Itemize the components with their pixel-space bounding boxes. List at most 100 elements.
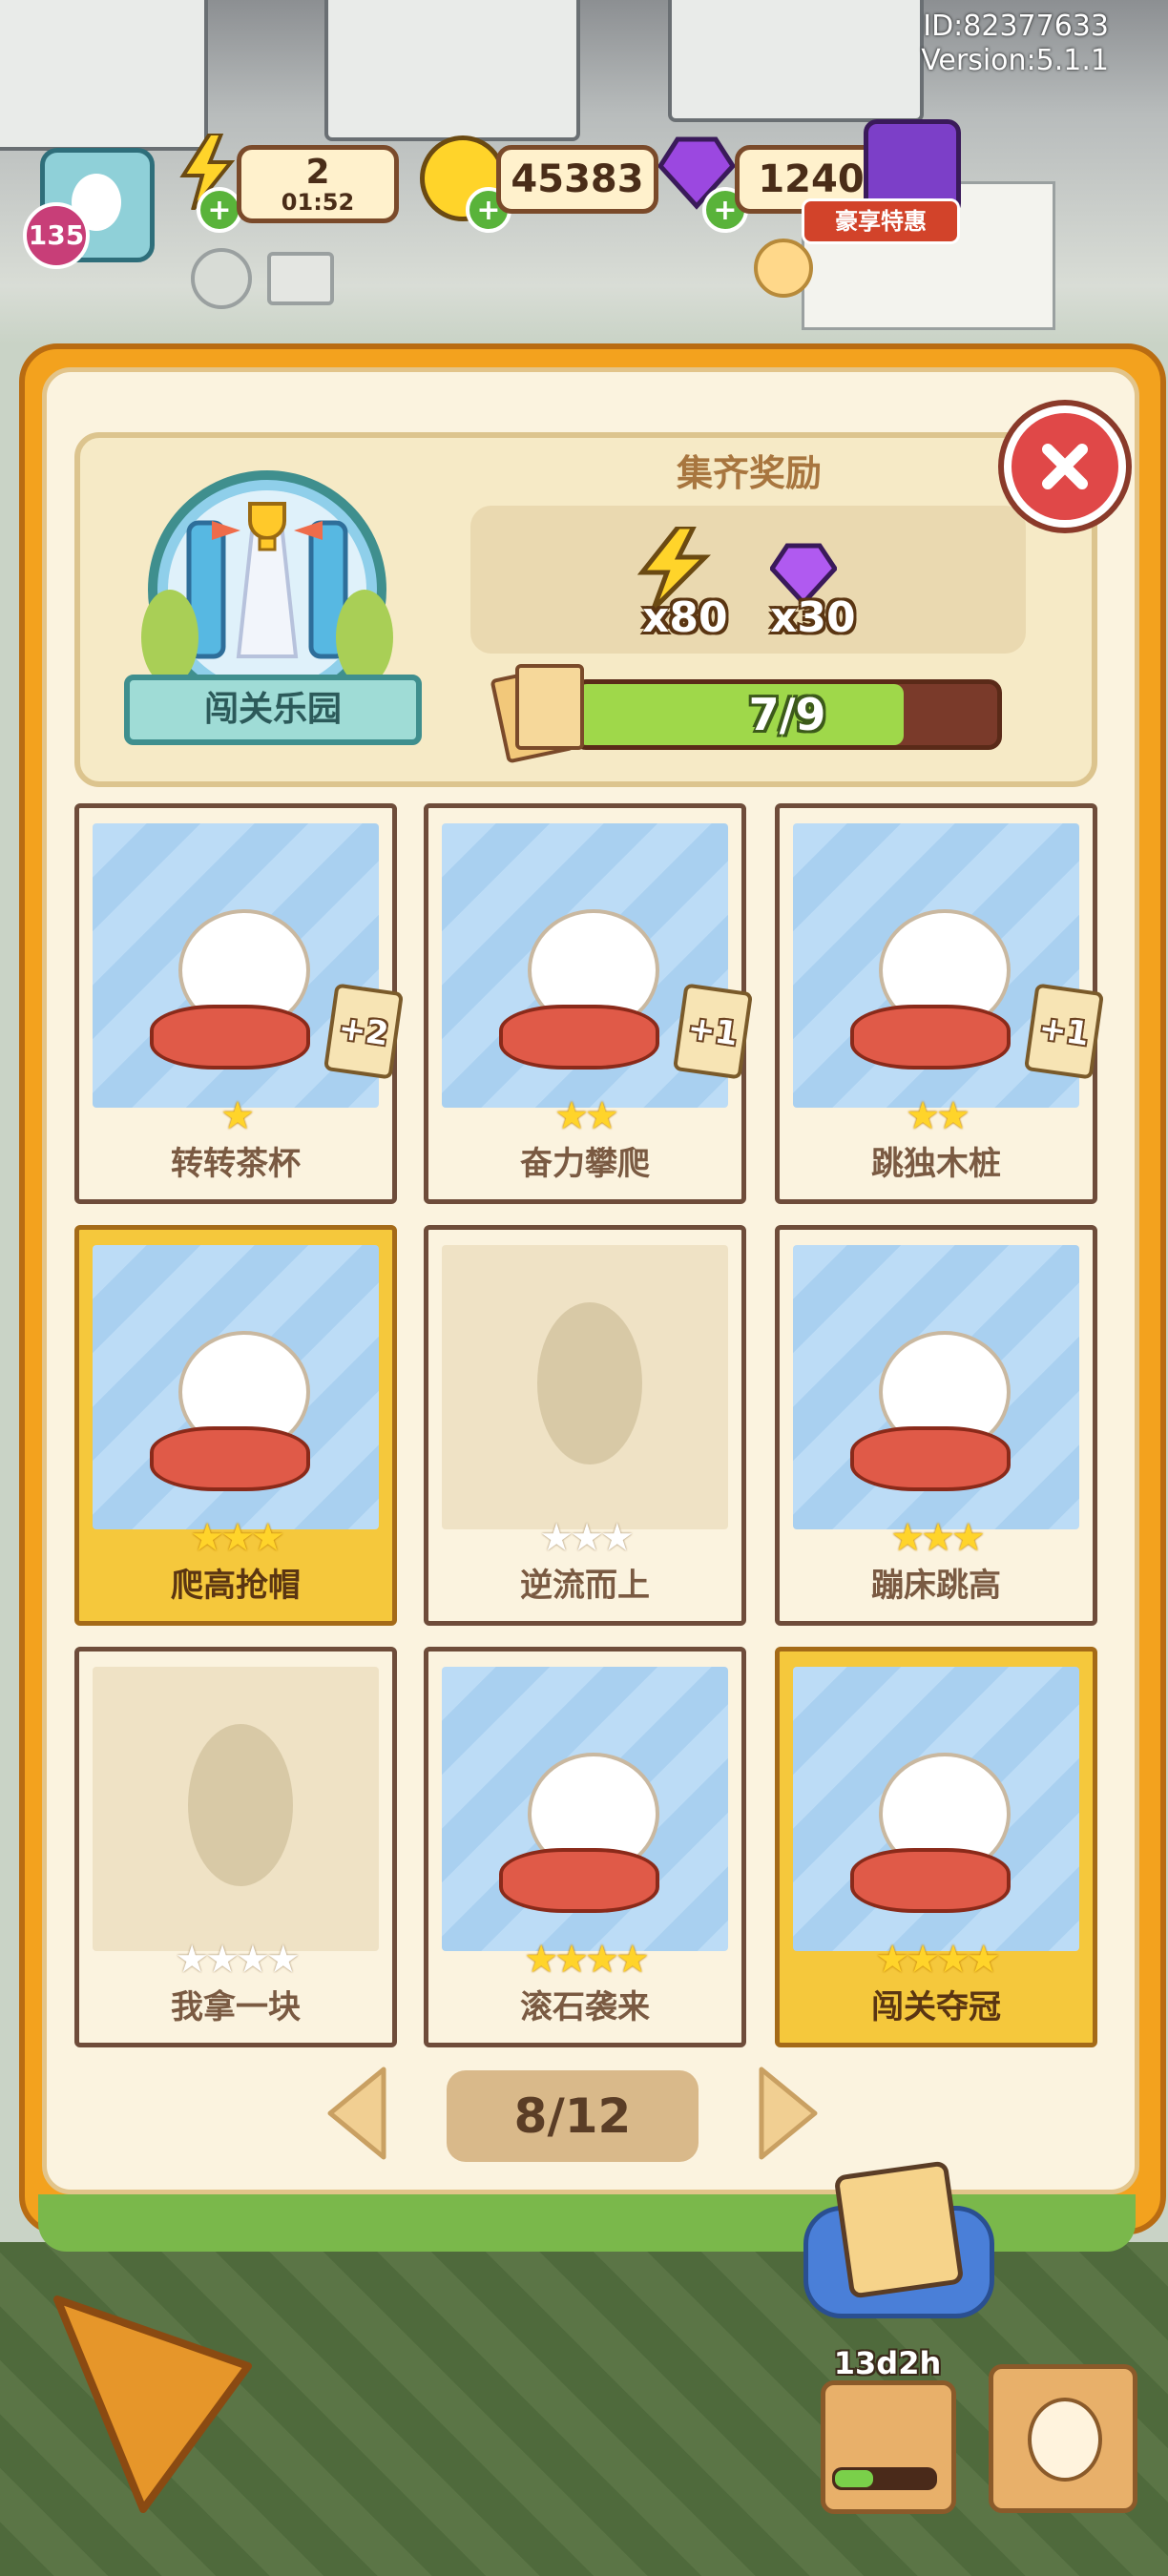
card-illustration <box>93 1245 379 1529</box>
star-icon: ★ <box>236 1938 270 1982</box>
star-icon: ★ <box>175 1938 209 1982</box>
collection-progress-text: 7/9 <box>748 689 826 740</box>
arrow-right-icon <box>759 2067 818 2160</box>
next-page-button[interactable] <box>754 2066 821 2161</box>
star-icon: ★ <box>554 1094 589 1138</box>
album-card[interactable]: ★★★★ 我拿一块 <box>74 1647 397 2047</box>
star-icon: ★ <box>265 1938 301 1982</box>
card-star-rating: ★★★ <box>780 1516 1093 1560</box>
star-icon: ★ <box>875 1938 909 1982</box>
album-card[interactable]: ★★★★ 闯关夺冠 <box>775 1647 1097 2047</box>
star-icon: ★ <box>890 1516 925 1560</box>
card-name: 奋力攀爬 <box>520 1145 650 1183</box>
envelope-icon <box>833 2160 965 2299</box>
mail-icon[interactable] <box>267 252 334 305</box>
album-card[interactable]: ★★★ 逆流而上 <box>424 1225 746 1626</box>
building <box>0 0 208 151</box>
coin-counter: 45383 <box>496 145 658 214</box>
energy-action-icon[interactable] <box>29 2280 267 2519</box>
duplicate-count-tag: +1 <box>1023 983 1105 1080</box>
reward-title: 集齐奖励 <box>676 452 822 494</box>
event-progress-fill <box>835 2470 873 2487</box>
card-star-rating: ★★ <box>428 1094 741 1138</box>
reward-items-box: x80 x30 <box>470 506 1026 654</box>
settings-gear-icon[interactable] <box>191 248 252 309</box>
star-icon: ★ <box>585 1938 619 1982</box>
card-name: 跳独木桩 <box>871 1145 1001 1183</box>
album-card[interactable]: ★ 转转茶杯 +2 <box>74 803 405 1204</box>
album-card[interactable]: ★★ 奋力攀爬 +1 <box>424 803 754 1204</box>
version-label: Version:5.1.1 <box>921 44 1109 77</box>
star-icon: ★ <box>220 1094 255 1138</box>
card-name: 逆流而上 <box>520 1567 650 1605</box>
star-icon: ★ <box>906 1938 940 1982</box>
album-card[interactable]: ★★★ 蹦床跳高 <box>775 1225 1097 1626</box>
star-icon: ★ <box>966 1938 1001 1982</box>
close-button[interactable] <box>1004 405 1126 528</box>
account-id: ID:82377633 <box>923 10 1109 43</box>
card-star-rating: ★★★ <box>428 1516 741 1560</box>
level-badge: 135 <box>23 202 90 269</box>
star-icon: ★ <box>570 1516 604 1560</box>
star-icon: ★ <box>936 1938 970 1982</box>
event-button[interactable] <box>821 2380 956 2514</box>
star-icon: ★ <box>539 1516 574 1560</box>
card-star-rating: ★ <box>79 1094 392 1138</box>
duplicate-count-tag: +2 <box>323 983 405 1080</box>
duplicate-count-tag: +1 <box>672 983 754 1080</box>
card-star-rating: ★★★★ <box>428 1938 741 1982</box>
gem-value: 1240 <box>758 157 865 201</box>
prev-page-button[interactable] <box>324 2066 391 2161</box>
promo-tag[interactable]: 豪享特惠 <box>802 198 960 244</box>
building <box>324 0 580 141</box>
card-illustration <box>793 1667 1079 1951</box>
album-badge-label: 闯关乐园 <box>124 675 422 745</box>
building <box>668 0 924 122</box>
card-star-rating: ★★★★ <box>780 1938 1093 1982</box>
album-card[interactable]: ★★ 跳独木桩 +1 <box>775 803 1105 1204</box>
card-star-rating: ★★ <box>780 1094 1093 1138</box>
id-version-info: ID:82377633 Version:5.1.1 <box>921 10 1109 78</box>
energy-counter: 2 01:52 <box>237 145 399 223</box>
card-name: 滚石袭来 <box>520 1988 650 2026</box>
star-icon: ★ <box>524 1938 558 1982</box>
add-energy-button[interactable]: + <box>197 187 242 233</box>
card-name: 我拿一块 <box>171 1988 301 2026</box>
star-icon: ★ <box>220 1516 255 1560</box>
star-icon: ★ <box>250 1516 285 1560</box>
locked-card-silhouette <box>93 1667 379 1951</box>
card-star-rating: ★★★★ <box>79 1938 392 1982</box>
album-card[interactable]: ★★★★ 滚石袭来 <box>424 1647 746 2047</box>
star-icon: ★ <box>599 1516 635 1560</box>
star-icon: ★ <box>190 1516 224 1560</box>
card-illustration <box>442 1667 728 1951</box>
star-icon: ★ <box>921 1516 955 1560</box>
star-icon: ★ <box>615 1938 650 1982</box>
star-icon: ★ <box>936 1094 970 1138</box>
card-stack-icon <box>490 660 584 764</box>
energy-value: 2 <box>305 153 330 192</box>
star-icon: ★ <box>585 1094 619 1138</box>
gift-icon[interactable] <box>754 239 813 298</box>
collection-progress-bar: 7/9 <box>573 679 1002 750</box>
card-pack-button[interactable] <box>803 2160 994 2318</box>
event-progress-bar <box>832 2467 937 2490</box>
close-icon <box>1042 444 1088 489</box>
album-card[interactable]: ★★★ 爬高抢帽 <box>74 1225 397 1626</box>
card-name: 蹦床跳高 <box>871 1567 1001 1605</box>
gem-reward-amount: x30 <box>770 593 856 642</box>
energy-reward-amount: x80 <box>642 593 728 642</box>
card-name: 转转茶杯 <box>171 1145 301 1183</box>
card-illustration <box>793 1245 1079 1529</box>
locked-card-silhouette <box>442 1245 728 1529</box>
event-timer: 13d2h <box>833 2345 942 2381</box>
star-icon: ★ <box>906 1094 940 1138</box>
arrow-left-icon <box>327 2067 386 2160</box>
friends-button[interactable] <box>989 2364 1137 2513</box>
star-icon: ★ <box>205 1938 240 1982</box>
friends-icon <box>1028 2398 1102 2482</box>
card-name: 闯关夺冠 <box>871 1988 1001 2026</box>
page-indicator: 8/12 <box>447 2070 699 2162</box>
card-star-rating: ★★★ <box>79 1516 392 1560</box>
card-name: 爬高抢帽 <box>171 1567 301 1605</box>
